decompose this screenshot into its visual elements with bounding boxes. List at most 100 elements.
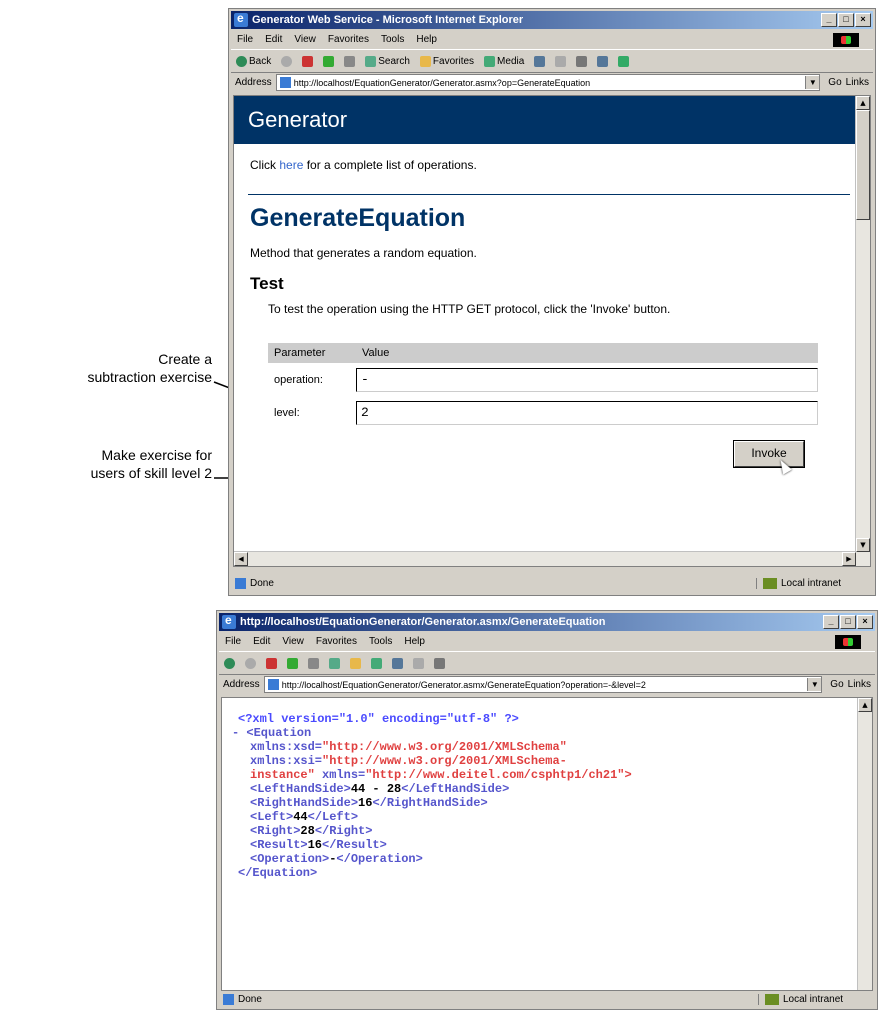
history-button[interactable] (534, 55, 546, 67)
stop-icon (302, 55, 314, 67)
scroll-thumb[interactable] (856, 110, 870, 220)
security-zone: Local intranet (758, 994, 875, 1005)
menu-file[interactable]: File (225, 636, 241, 647)
address-input[interactable]: http://localhost/EquationGenerator/Gener… (263, 676, 823, 693)
media-icon (371, 657, 382, 669)
forward-arrow-icon (281, 55, 293, 67)
minimize-button[interactable]: _ (823, 615, 839, 629)
menu-edit[interactable]: Edit (265, 34, 282, 45)
address-url: http://localhost/EquationGenerator/Gener… (281, 679, 646, 690)
links-button[interactable]: Links (846, 77, 869, 88)
scroll-left-icon[interactable]: ◀ (234, 552, 248, 566)
vertical-scrollbar[interactable]: ▲ (857, 698, 872, 990)
page-icon (279, 77, 291, 88)
address-input[interactable]: http://localhost/EquationGenerator/Gener… (275, 74, 821, 91)
xml-attr-xsi: xmlns:xsi="http://www.w3.org/2001/XMLSch… (250, 754, 567, 768)
menu-edit[interactable]: Edit (253, 636, 270, 647)
window-title: http://localhost/EquationGenerator/Gener… (240, 616, 606, 628)
stop-button[interactable] (302, 55, 314, 67)
menu-help[interactable]: Help (404, 636, 425, 647)
windows-logo-icon (835, 634, 861, 649)
title-bar[interactable]: Generator Web Service - Microsoft Intern… (231, 11, 873, 29)
star-icon (419, 55, 431, 67)
print-button[interactable] (434, 657, 445, 669)
scroll-up-icon[interactable]: ▲ (856, 96, 870, 110)
search-button[interactable] (329, 657, 340, 669)
mail-icon (413, 657, 424, 669)
security-zone: Local intranet (756, 578, 873, 589)
menu-view[interactable]: View (294, 34, 316, 45)
back-button[interactable] (224, 657, 235, 669)
xml-right: <Right>28</Right> (250, 824, 373, 838)
menu-tools[interactable]: Tools (369, 636, 392, 647)
go-button[interactable]: Go (828, 77, 841, 88)
operations-link[interactable]: here (279, 158, 303, 172)
invoke-button[interactable]: Invoke (734, 441, 804, 467)
close-button[interactable]: × (855, 13, 871, 27)
menu-help[interactable]: Help (416, 34, 437, 45)
menu-tools[interactable]: Tools (381, 34, 404, 45)
toolbar (219, 651, 875, 675)
refresh-button[interactable] (323, 55, 335, 67)
xml-root-open[interactable]: - <Equation (232, 726, 632, 740)
messenger-button[interactable] (618, 55, 630, 67)
back-arrow-icon (224, 657, 235, 669)
media-icon (484, 55, 496, 67)
xml-left: <Left>44</Left> (250, 810, 359, 824)
menu-view[interactable]: View (282, 636, 304, 647)
mail-button[interactable] (413, 657, 424, 669)
favorites-button[interactable]: Favorites (419, 55, 474, 67)
print-button[interactable] (576, 55, 588, 67)
address-dropdown-icon[interactable]: ▼ (805, 76, 820, 89)
address-url: http://localhost/EquationGenerator/Gener… (293, 77, 591, 88)
mail-icon (555, 55, 567, 67)
page-done-icon (223, 994, 234, 1005)
operation-input[interactable]: - (356, 367, 818, 392)
go-button[interactable]: Go (830, 679, 843, 690)
home-button[interactable] (308, 657, 319, 669)
address-dropdown-icon[interactable]: ▼ (807, 678, 822, 691)
print-icon (576, 55, 588, 67)
maximize-button[interactable]: □ (840, 615, 856, 629)
window-title: Generator Web Service - Microsoft Intern… (252, 14, 524, 26)
edit-button[interactable] (597, 55, 609, 67)
menu-favorites[interactable]: Favorites (328, 34, 369, 45)
links-button[interactable]: Links (848, 679, 871, 690)
scroll-up-icon[interactable]: ▲ (858, 698, 872, 712)
menu-favorites[interactable]: Favorites (316, 636, 357, 647)
page-content: Generator Click here for a complete list… (233, 95, 871, 567)
home-button[interactable] (344, 55, 356, 67)
stop-button[interactable] (266, 657, 277, 669)
refresh-button[interactable] (287, 657, 298, 669)
vertical-scrollbar[interactable]: ▲ ▼ (855, 96, 870, 566)
back-button[interactable]: Back (236, 55, 271, 67)
level-input[interactable]: 2 (356, 400, 818, 425)
forward-button[interactable] (245, 657, 256, 669)
page-icon (267, 679, 279, 690)
scroll-down-icon[interactable]: ▼ (856, 538, 870, 552)
history-icon (534, 55, 546, 67)
page-banner: Generator (234, 96, 856, 144)
history-button[interactable] (392, 657, 403, 669)
menu-file[interactable]: File (237, 34, 253, 45)
search-button[interactable]: Search (365, 55, 410, 67)
status-bar: Done Local intranet (219, 991, 875, 1008)
home-icon (308, 657, 319, 669)
mail-button[interactable] (555, 55, 567, 67)
forward-button[interactable] (281, 55, 293, 67)
media-button[interactable]: Media (484, 55, 524, 67)
intro-text: Click here for a complete list of operat… (250, 158, 477, 172)
title-bar[interactable]: http://localhost/EquationGenerator/Gener… (219, 613, 875, 631)
parameter-header: Parameter (274, 347, 326, 359)
minimize-button[interactable]: _ (821, 13, 837, 27)
maximize-button[interactable]: □ (838, 13, 854, 27)
media-button[interactable] (371, 657, 382, 669)
forward-arrow-icon (245, 657, 256, 669)
horizontal-scrollbar[interactable]: ◀ ▶ (234, 551, 856, 566)
favorites-button[interactable] (350, 657, 361, 669)
menu-bar: File Edit View Favorites Tools Help (219, 633, 875, 650)
scroll-right-icon[interactable]: ▶ (842, 552, 856, 566)
refresh-icon (287, 657, 298, 669)
close-button[interactable]: × (857, 615, 873, 629)
operation-label: operation: (274, 373, 323, 386)
